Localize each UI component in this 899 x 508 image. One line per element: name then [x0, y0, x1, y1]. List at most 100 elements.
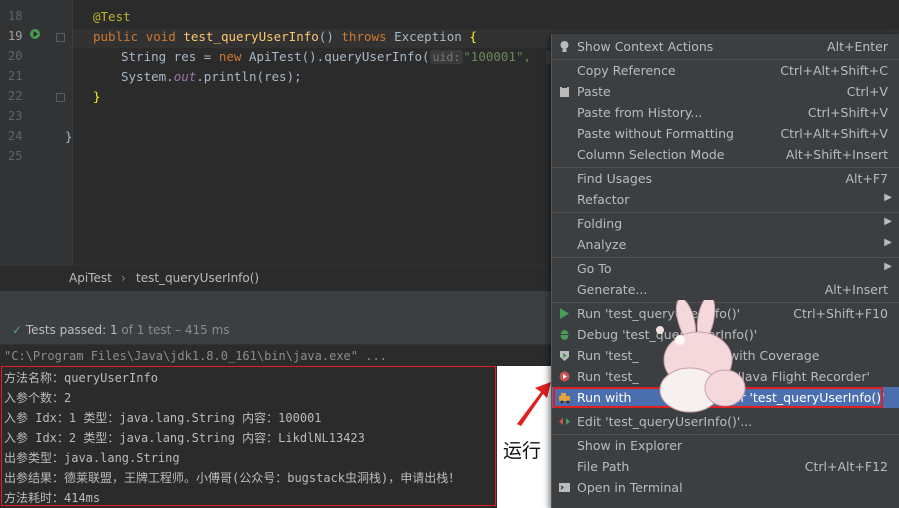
menu-item-label: Refactor	[577, 192, 630, 207]
menu-item-generate[interactable]: Generate... Alt+Insert	[552, 279, 899, 300]
fold-marker-icon[interactable]	[56, 93, 65, 102]
param-hint: uid:	[429, 50, 464, 64]
bulb-icon	[560, 41, 569, 52]
submenu-arrow-icon: ▶	[884, 216, 892, 227]
code-line-21: System.out.println(res);	[121, 69, 302, 84]
menu-item-shortcut: Alt+Enter	[827, 39, 888, 54]
brace: }	[93, 89, 101, 104]
menu-item-label: Paste	[577, 84, 611, 99]
menu-item-show-context-actions[interactable]: Show Context Actions Alt+Enter	[552, 36, 899, 57]
line-number: 21	[8, 69, 23, 83]
output-highlight-box	[1, 366, 496, 506]
line-number: 18	[8, 9, 23, 23]
menu-item-analyze[interactable]: Analyze ▶	[552, 234, 899, 255]
menu-item-label: Run 'test_	[577, 348, 639, 363]
annotation-label: 运行	[503, 440, 542, 462]
menu-item-label: Show Context Actions	[577, 39, 714, 54]
code-line-24: }	[65, 129, 73, 144]
code-line-19: public void test_queryUserInfo() throws …	[93, 29, 477, 44]
menu-item-label: Generate...	[577, 282, 648, 297]
menu-item-label: Analyze	[577, 237, 627, 252]
menu-item-shortcut: Alt+F7	[845, 171, 888, 186]
method-name: test_queryUserInfo	[183, 29, 319, 44]
code-text: System.	[121, 69, 174, 84]
breadcrumb-separator: ›	[121, 271, 126, 285]
menu-item-shortcut: Ctrl+Alt+Shift+C	[780, 63, 888, 78]
code-text: .println(res);	[196, 69, 302, 84]
menu-item-shortcut: Alt+Insert	[824, 282, 888, 297]
annotation: @Test	[93, 9, 131, 24]
check-icon: ✓	[12, 323, 23, 337]
menu-item-shortcut: Ctrl+V	[846, 84, 888, 99]
run-test-gutter-icon[interactable]	[30, 28, 42, 40]
rabbit-sticker-icon	[656, 300, 746, 413]
terminal-icon	[559, 483, 570, 492]
menu-item-file-path[interactable]: File Path Ctrl+Alt+F12	[552, 456, 899, 477]
menu-item-go-to[interactable]: Go To ▶	[552, 258, 899, 279]
static-field: out	[173, 69, 197, 84]
menu-item-label: Open in Terminal	[577, 480, 683, 495]
menu-item-refactor[interactable]: Refactor ▶	[552, 189, 899, 210]
menu-item-shortcut: Ctrl+Alt+Shift+V	[780, 126, 888, 141]
menu-item-label: Paste from History...	[577, 105, 703, 120]
menu-item-label: Go To	[577, 261, 612, 276]
coverage-icon	[560, 351, 569, 361]
menu-item-paste-without-formatting[interactable]: Paste without Formatting Ctrl+Alt+Shift+…	[552, 123, 899, 144]
line-number: 25	[8, 149, 23, 163]
menu-item-label: Run 'test_	[577, 369, 639, 384]
code-line-18: @Test	[93, 9, 131, 24]
code-line-20: String res = new ApiTest().queryUserInfo…	[121, 49, 587, 64]
menu-item-paste-from-history[interactable]: Paste from History... Ctrl+Shift+V	[552, 102, 899, 123]
menu-item-shortcut: Ctrl+Alt+F12	[804, 459, 888, 474]
brace: }	[65, 129, 73, 144]
code-text: String res =	[121, 49, 219, 64]
context-menu: Show Context Actions Alt+Enter Copy Refe…	[551, 34, 899, 508]
test-status: ✓ Tests passed: 1 of 1 test – 415 ms	[12, 323, 230, 337]
code-text: ApiTest().queryUserInfo(	[241, 49, 430, 64]
console-line: "C:\Program Files\Java\jdk1.8.0_161\bin\…	[4, 349, 387, 363]
menu-item-folding[interactable]: Folding ▶	[552, 213, 899, 234]
line-gutter: 18 19 20 21 22 23 24 25	[0, 0, 73, 265]
status-count: 1	[109, 323, 118, 337]
keyword: void	[145, 29, 176, 44]
run-icon	[560, 308, 569, 319]
keyword: public	[93, 29, 139, 44]
status-label: Tests passed:	[25, 323, 107, 337]
menu-item-label: Folding	[577, 216, 623, 231]
submenu-arrow-icon: ▶	[884, 261, 892, 272]
clipboard-icon	[560, 86, 569, 97]
code-text: Exception	[394, 29, 462, 44]
edit-config-icon	[559, 418, 570, 425]
menu-item-copy-reference[interactable]: Copy Reference Ctrl+Alt+Shift+C	[552, 60, 899, 81]
menu-item-shortcut: Ctrl+Shift+F10	[793, 306, 888, 321]
line-number: 22	[8, 89, 23, 103]
keyword: throws	[341, 29, 387, 44]
brace: {	[469, 29, 477, 44]
submenu-arrow-icon: ▶	[884, 192, 892, 203]
menu-item-shortcut: Alt+Shift+Insert	[785, 147, 888, 162]
submenu-arrow-icon: ▶	[884, 237, 892, 248]
fold-marker-icon[interactable]	[56, 33, 65, 42]
menu-item-paste[interactable]: Paste Ctrl+V	[552, 81, 899, 102]
menu-item-show-in-explorer[interactable]: Show in Explorer	[552, 435, 899, 456]
code-line-22: }	[93, 89, 101, 104]
menu-item-label: Paste without Formatting	[577, 126, 734, 141]
menu-item-find-usages[interactable]: Find Usages Alt+F7	[552, 168, 899, 189]
menu-item-column-selection-mode[interactable]: Column Selection Mode Alt+Shift+Insert	[552, 144, 899, 165]
breadcrumb-method[interactable]: test_queryUserInfo()	[136, 271, 259, 285]
menu-item-open-in-terminal[interactable]: Open in Terminal	[552, 477, 899, 498]
debug-icon	[560, 330, 569, 340]
menu-item-label: Column Selection Mode	[577, 147, 725, 162]
breadcrumb-class[interactable]: ApiTest	[69, 271, 112, 285]
menu-item-label: File Path	[577, 459, 630, 474]
menu-item-label: Show in Explorer	[577, 438, 683, 453]
line-number: 19	[8, 29, 23, 43]
red-arrow-icon	[517, 382, 551, 426]
line-number: 20	[8, 49, 23, 63]
line-number: 24	[8, 129, 23, 143]
code-text: ()	[318, 29, 334, 44]
keyword: new	[218, 49, 242, 64]
flight-recorder-icon	[559, 371, 570, 382]
line-number: 23	[8, 109, 23, 123]
menu-item-label: Find Usages	[577, 171, 653, 186]
